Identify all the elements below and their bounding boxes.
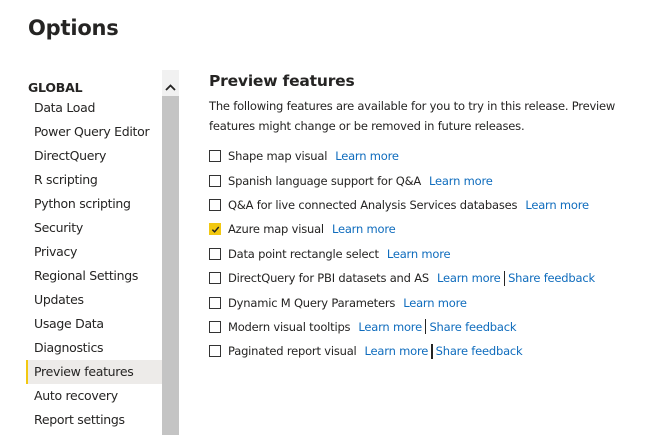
- sidebar-item-directquery[interactable]: DirectQuery: [26, 144, 164, 168]
- learn-more-link[interactable]: Learn more: [365, 344, 429, 358]
- options-sidebar: GLOBAL Data Load Power Query Editor Direct…: [26, 70, 164, 432]
- share-feedback-link[interactable]: Share feedback: [436, 344, 523, 358]
- sidebar-item-python-scripting[interactable]: Python scripting: [26, 192, 164, 216]
- sidebar-item-data-load[interactable]: Data Load: [26, 96, 164, 120]
- feature-label: Spanish language support for Q&A: [228, 173, 422, 188]
- sidebar-item-report-settings[interactable]: Report settings: [26, 408, 164, 432]
- link-separator: [424, 319, 427, 335]
- feature-checkbox[interactable]: [209, 296, 221, 309]
- sidebar-item-security[interactable]: Security: [26, 216, 164, 240]
- sidebar-item-privacy[interactable]: Privacy: [26, 240, 164, 264]
- preview-features-panel: Preview features The following features …: [209, 72, 629, 364]
- feature-label: Modern visual tooltips: [228, 319, 351, 334]
- feature-row: Dynamic M Query Parameters Learn more: [209, 290, 629, 314]
- feature-label: Azure map visual: [228, 222, 324, 237]
- chevron-up-icon: [165, 83, 176, 91]
- feature-row: Modern visual tooltips Learn more Share fe…: [209, 315, 629, 339]
- sidebar-item-regional-settings[interactable]: Regional Settings: [26, 264, 164, 288]
- feature-checkbox[interactable]: [209, 247, 221, 260]
- feature-row: Q&A for live connected Analysis Services…: [209, 193, 629, 217]
- learn-more-link[interactable]: Learn more: [437, 271, 501, 285]
- sidebar-item-preview-features[interactable]: Preview features: [26, 360, 164, 384]
- feature-row: Spanish language support for Q&A Learn mo…: [209, 168, 629, 192]
- feature-checkbox[interactable]: [209, 272, 221, 285]
- sidebar-item-power-query-editor[interactable]: Power Query Editor: [26, 120, 164, 144]
- feature-label: DirectQuery for PBI datasets and AS: [228, 271, 429, 286]
- feature-label: Shape map visual: [228, 149, 328, 164]
- page-title: Options: [28, 16, 119, 40]
- feature-row: Shape map visual Learn more: [209, 144, 629, 168]
- sidebar-item-diagnostics[interactable]: Diagnostics: [26, 336, 164, 360]
- feature-checkbox[interactable]: [209, 150, 221, 163]
- feature-label: Q&A for live connected Analysis Services…: [228, 197, 518, 212]
- feature-checkbox[interactable]: [209, 320, 221, 333]
- sidebar-items: Data Load Power Query Editor DirectQuery R …: [26, 96, 164, 432]
- sidebar-section-global: GLOBAL: [28, 80, 83, 95]
- feature-row: Paginated report visual Learn more Share f…: [209, 339, 629, 363]
- link-separator: [431, 343, 433, 359]
- sidebar-item-r-scripting[interactable]: R scripting: [26, 168, 164, 192]
- feature-row: Data point rectangle select Learn more: [209, 242, 629, 266]
- sidebar-item-usage-data[interactable]: Usage Data: [26, 312, 164, 336]
- learn-more-link[interactable]: Learn more: [429, 174, 493, 188]
- checkmark-icon: [211, 226, 219, 233]
- link-separator: [503, 270, 506, 286]
- learn-more-link[interactable]: Learn more: [525, 198, 589, 212]
- feature-label: Dynamic M Query Parameters: [228, 295, 396, 310]
- feature-checkbox[interactable]: [209, 174, 221, 187]
- feature-label: Data point rectangle select: [228, 246, 379, 261]
- feature-row: Azure map visual Learn more: [209, 217, 629, 241]
- sidebar-scroll-thumb[interactable]: [162, 96, 179, 435]
- section-heading: Preview features: [209, 72, 355, 90]
- feature-checkbox[interactable]: [209, 198, 221, 211]
- learn-more-link[interactable]: Learn more: [335, 149, 399, 163]
- learn-more-link[interactable]: Learn more: [332, 222, 396, 236]
- learn-more-link[interactable]: Learn more: [403, 296, 467, 310]
- share-feedback-link[interactable]: Share feedback: [508, 271, 595, 285]
- feature-row: DirectQuery for PBI datasets and AS Learn…: [209, 266, 629, 290]
- feature-checkbox[interactable]: [209, 345, 221, 358]
- feature-label: Paginated report visual: [228, 344, 357, 359]
- section-description: The following features are available for…: [209, 99, 616, 133]
- feature-checkbox[interactable]: [209, 223, 221, 236]
- learn-more-link[interactable]: Learn more: [387, 247, 451, 261]
- learn-more-link[interactable]: Learn more: [358, 320, 422, 334]
- sidebar-item-auto-recovery[interactable]: Auto recovery: [26, 384, 164, 408]
- feature-list: Shape map visual Learn more Spanish langua…: [209, 144, 629, 364]
- sidebar-item-updates[interactable]: Updates: [26, 288, 164, 312]
- share-feedback-link[interactable]: Share feedback: [429, 320, 516, 334]
- scroll-up-button[interactable]: [162, 78, 179, 96]
